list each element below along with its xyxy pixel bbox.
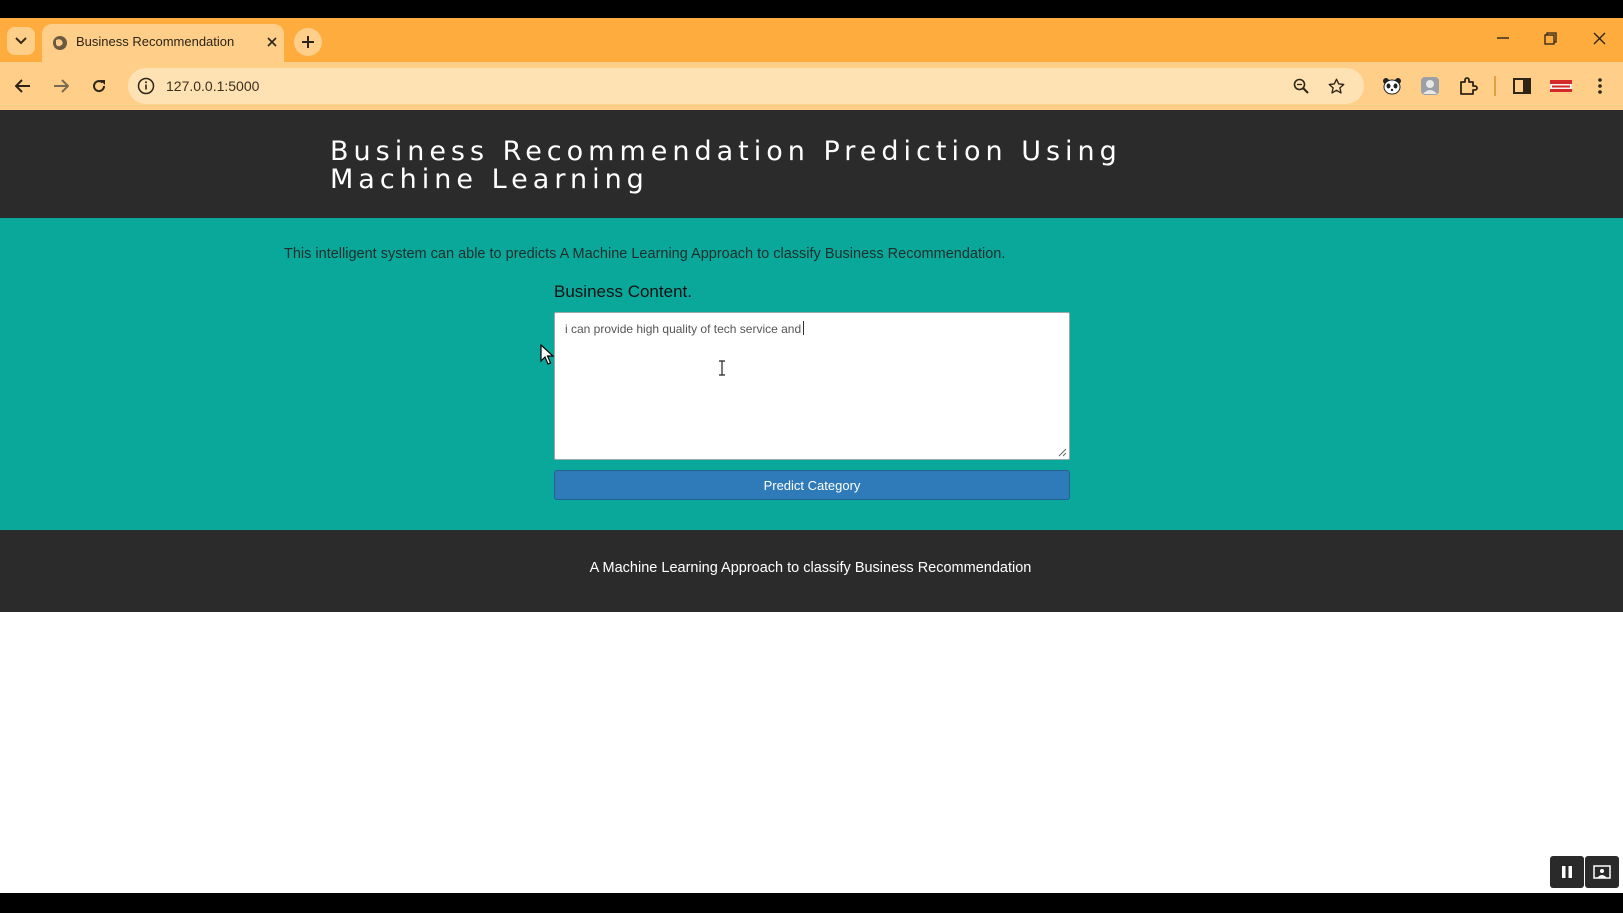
picture-in-picture-button[interactable] [1585, 856, 1619, 888]
forward-icon [54, 79, 69, 93]
panda-extension-icon [1383, 78, 1401, 95]
tab-list-button[interactable] [7, 27, 35, 55]
back-button[interactable] [9, 72, 37, 100]
globe-icon [53, 36, 67, 50]
zoom-icon [1293, 78, 1309, 94]
page-title: Business Recommendation Prediction Using… [330, 136, 1122, 195]
text-cursor-icon [719, 360, 725, 376]
resize-grip-icon[interactable] [1057, 447, 1067, 457]
url-text[interactable]: 127.0.0.1:5000 [166, 78, 259, 94]
footer-text: A Machine Learning Approach to classify … [0, 560, 1623, 576]
window-close-icon [1593, 32, 1605, 44]
minimize-button[interactable] [1488, 26, 1518, 50]
reload-icon [93, 80, 106, 93]
site-footer: A Machine Learning Approach to classify … [0, 530, 1623, 612]
plus-icon [302, 36, 314, 48]
tab-title: Business Recommendation [76, 34, 235, 49]
menu-icon [1598, 78, 1602, 94]
predict-category-button[interactable]: Predict Category [554, 470, 1070, 500]
restore-button[interactable] [1535, 26, 1565, 50]
minimize-icon [1497, 37, 1509, 39]
intro-text: This intelligent system can able to pred… [284, 246, 1006, 262]
browser-window: Business Recommendation 127.0.0.1:5000 B… [0, 18, 1623, 893]
textarea-value[interactable]: i can provide high quality of tech servi… [565, 321, 805, 336]
browser-toolbar: 127.0.0.1:5000 [0, 62, 1623, 110]
flag-extension-button[interactable] [1549, 74, 1573, 98]
side-panel-button[interactable] [1510, 74, 1534, 98]
picture-in-picture-icon [1593, 865, 1611, 879]
screen: Business Recommendation 127.0.0.1:5000 B… [0, 0, 1623, 913]
extensions-button[interactable] [1456, 74, 1480, 98]
textarea-value-text: i can provide high quality of tech servi… [565, 322, 802, 336]
flag-extension-icon [1550, 80, 1572, 92]
side-panel-icon [1513, 78, 1531, 94]
restore-icon [1543, 31, 1557, 45]
active-tab[interactable]: Business Recommendation [42, 24, 284, 62]
address-bar[interactable]: 127.0.0.1:5000 [128, 68, 1364, 104]
site-header: Business Recommendation Prediction Using… [0, 110, 1623, 218]
new-tab-button[interactable] [294, 28, 322, 56]
zoom-button[interactable] [1291, 76, 1311, 96]
toolbar-separator [1494, 76, 1496, 96]
business-content-textarea[interactable]: i can provide high quality of tech servi… [554, 312, 1070, 460]
profile-extension-button[interactable] [1418, 74, 1442, 98]
tab-strip: Business Recommendation [0, 18, 1623, 62]
reload-button[interactable] [85, 72, 113, 100]
page-viewport: Business Recommendation Prediction Using… [0, 110, 1623, 893]
site-info-button[interactable] [136, 76, 156, 96]
panda-extension-button[interactable] [1380, 74, 1404, 98]
tab-close-button[interactable] [262, 32, 282, 52]
window-close-button[interactable] [1584, 26, 1614, 50]
back-icon [15, 79, 30, 93]
pause-icon [1562, 866, 1572, 878]
puzzle-icon [1460, 77, 1478, 95]
profile-extension-icon [1421, 77, 1439, 95]
text-caret [803, 321, 805, 335]
bookmark-button[interactable] [1326, 76, 1346, 96]
tab-list-icon [15, 37, 27, 45]
business-content-label: Business Content. [554, 282, 692, 301]
browser-menu-button[interactable] [1588, 74, 1612, 98]
main-section: This intelligent system can able to pred… [0, 218, 1623, 530]
star-icon [1328, 78, 1344, 94]
pause-button[interactable] [1550, 856, 1584, 888]
info-icon [137, 77, 155, 95]
footer-text-label: A Machine Learning Approach to classify … [589, 560, 1032, 576]
close-icon [267, 37, 277, 47]
forward-button[interactable] [47, 72, 75, 100]
mouse-pointer-icon [540, 344, 554, 365]
